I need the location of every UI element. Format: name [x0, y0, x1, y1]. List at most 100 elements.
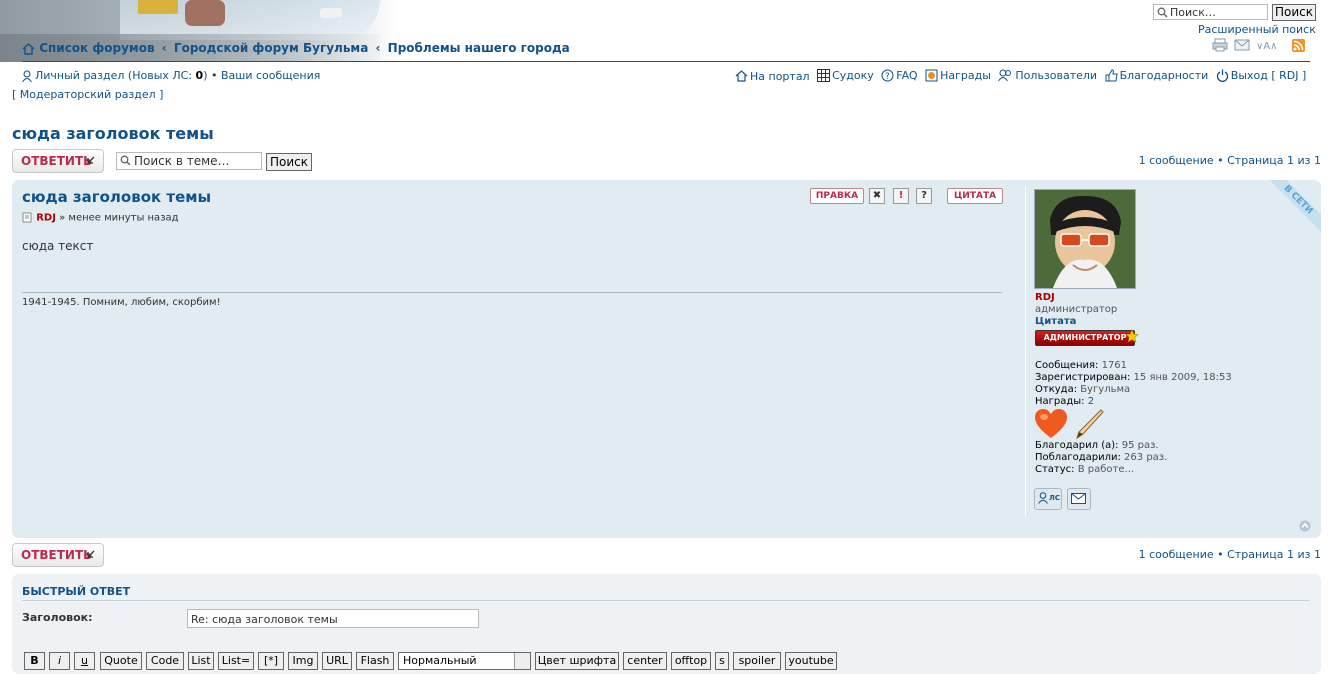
- email-icon[interactable]: [1234, 39, 1250, 51]
- bbcode-flash-button[interactable]: Flash: [356, 652, 394, 670]
- back-to-top-icon[interactable]: [1299, 520, 1311, 532]
- report-button[interactable]: !: [893, 188, 909, 204]
- bbcode-list-button[interactable]: List: [188, 652, 214, 670]
- bbcode-strike-button[interactable]: s: [715, 652, 729, 670]
- users-link[interactable]: Пользователи: [998, 69, 1097, 82]
- post-signature: 1941-1945. Помним, любим, скорбим!: [22, 297, 221, 308]
- post-author-name[interactable]: RDJ: [36, 213, 56, 224]
- reply-button-bottom[interactable]: ОТВЕТИТЬ: [12, 543, 104, 567]
- pagination-bottom[interactable]: 1 сообщение • Страница 1 из 1: [1139, 548, 1321, 561]
- quick-reply-title: БЫСТРЫЙ ОТВЕТ: [22, 585, 131, 598]
- user-icon: [1038, 492, 1048, 504]
- quote-button[interactable]: ЦИТАТА: [947, 188, 1003, 204]
- subject-input[interactable]: Re: сюда заголовок темы: [187, 609, 479, 628]
- post-icon: [22, 212, 32, 223]
- online-badge: В СЕТИ: [1261, 180, 1321, 240]
- home-icon: [22, 42, 35, 55]
- bbcode-youtube-button[interactable]: youtube: [785, 652, 837, 670]
- post-content: сюда текст: [22, 239, 94, 253]
- profile-registered: 15 янв 2009, 18:53: [1133, 372, 1232, 383]
- award-images: [1035, 408, 1232, 440]
- profile-rank: администратор: [1035, 304, 1118, 315]
- reply-button-top[interactable]: ОТВЕТИТЬ: [12, 149, 104, 173]
- bbcode-list-item-button[interactable]: [*]: [258, 652, 284, 670]
- breadcrumb: Список форумов ‹ Городской форум Бугульм…: [22, 41, 570, 55]
- pen-award-icon[interactable]: [1071, 408, 1105, 440]
- font-size-select[interactable]: Нормальный: [398, 652, 531, 670]
- breadcrumb-item-index[interactable]: Список форумов: [39, 41, 154, 55]
- power-icon: [1216, 69, 1228, 82]
- profile-rank-title: Цитата: [1035, 316, 1077, 327]
- post-author: RDJ » менее минуты назад: [22, 212, 179, 224]
- rss-icon[interactable]: [1292, 38, 1305, 52]
- bbcode-offtop-button[interactable]: offtop: [671, 652, 711, 670]
- subject-label: Заголовок:: [22, 611, 93, 624]
- your-posts-link[interactable]: Ваши сообщения: [221, 69, 320, 82]
- heart-award-icon[interactable]: [1035, 409, 1067, 439]
- sudoku-link[interactable]: Судоку: [817, 69, 874, 82]
- search-icon: [120, 155, 131, 166]
- search-input[interactable]: Поиск…: [1153, 4, 1268, 20]
- search-icon: [1157, 7, 1168, 18]
- font-size-icon[interactable]: ∨A∧: [1256, 39, 1286, 51]
- print-icon[interactable]: [1212, 38, 1228, 52]
- reply-arrow-icon: [87, 156, 95, 164]
- user-icon: [22, 70, 32, 82]
- bbcode-url-button[interactable]: URL: [322, 652, 352, 670]
- page-title[interactable]: сюда заголовок темы: [12, 124, 214, 143]
- topic-search-input[interactable]: Поиск в теме…: [116, 152, 262, 170]
- moderator-section-link[interactable]: [ Модераторский раздел ]: [12, 88, 163, 101]
- bbcode-underline-button[interactable]: u: [74, 652, 95, 670]
- portal-link[interactable]: На портал: [735, 70, 810, 83]
- bbcode-spoiler-button[interactable]: spoiler: [733, 652, 781, 670]
- user-nav-right: На портал Судоку ? FAQ Награды Пользоват…: [731, 69, 1306, 85]
- profile-divider: [1025, 186, 1026, 516]
- quick-reply-panel: БЫСТРЫЙ ОТВЕТ Заголовок: Re: сюда заголо…: [12, 574, 1321, 674]
- advanced-search-link[interactable]: Расширенный поиск: [1198, 23, 1316, 36]
- signature-divider: [22, 292, 1002, 293]
- post: В СЕТИ сюда заголовок темы RDJ » менее м…: [12, 180, 1321, 538]
- awards-link[interactable]: Награды: [925, 69, 991, 82]
- bbcode-img-button[interactable]: Img: [288, 652, 318, 670]
- home-icon: [735, 70, 748, 82]
- pagination-top[interactable]: 1 сообщение • Страница 1 из 1: [1139, 154, 1321, 167]
- topic-search-button[interactable]: Поиск: [266, 153, 312, 171]
- svg-text:∨A∧: ∨A∧: [1256, 41, 1277, 51]
- chevron-down-icon: [514, 653, 530, 669]
- faq-link[interactable]: ? FAQ: [881, 69, 918, 82]
- bbcode-italic-button[interactable]: i: [49, 652, 70, 670]
- avatar: [1034, 189, 1136, 289]
- bbcode-quote-button[interactable]: Quote: [100, 652, 142, 670]
- profile-awards[interactable]: 2: [1088, 396, 1094, 407]
- pm-button[interactable]: ЛС: [1034, 488, 1062, 510]
- user-nav-left: Личный раздел (Новых ЛС: 0) • Ваши сообщ…: [22, 69, 320, 83]
- profile-username[interactable]: RDJ: [1035, 292, 1232, 304]
- logout-link[interactable]: Выход [ RDJ ]: [1216, 69, 1306, 82]
- users-icon: [998, 69, 1012, 82]
- thumbs-up-icon: [1105, 69, 1118, 82]
- svg-text:?: ?: [885, 72, 890, 82]
- personal-section-link[interactable]: Личный раздел (Новых ЛС: 0): [35, 69, 208, 82]
- bbcode-bold-button[interactable]: B: [24, 652, 45, 670]
- search-button[interactable]: Поиск: [1272, 4, 1316, 21]
- medal-icon: [925, 69, 938, 82]
- font-color-button[interactable]: Цвет шрифта: [535, 652, 619, 670]
- breadcrumb-item-forum[interactable]: Городской форум Бугульма: [174, 41, 368, 55]
- post-title[interactable]: сюда заголовок темы: [22, 188, 211, 206]
- bbcode-list-numbered-button[interactable]: List=: [218, 652, 254, 670]
- page-tools: ∨A∧: [1212, 37, 1305, 53]
- breadcrumb-item-subforum[interactable]: Проблемы нашего города: [388, 41, 570, 55]
- bbcode-code-button[interactable]: Code: [146, 652, 184, 670]
- email-icon: [1071, 493, 1086, 504]
- edit-button[interactable]: ПРАВКА: [810, 188, 864, 204]
- delete-button[interactable]: ✖: [869, 188, 885, 204]
- thanks-link[interactable]: Благодарности: [1105, 69, 1208, 82]
- info-button[interactable]: ?: [916, 188, 932, 204]
- email-button[interactable]: [1067, 488, 1091, 510]
- rank-image: АДМИНИСТРАТОР: [1035, 329, 1139, 346]
- grid-icon: [817, 69, 831, 82]
- help-icon: ?: [881, 69, 894, 82]
- bbcode-center-button[interactable]: center: [623, 652, 667, 670]
- profile-from: Бугульма: [1080, 384, 1131, 395]
- profile: RDJ администратор Цитата АДМИНИСТРАТОР С…: [1035, 292, 1232, 475]
